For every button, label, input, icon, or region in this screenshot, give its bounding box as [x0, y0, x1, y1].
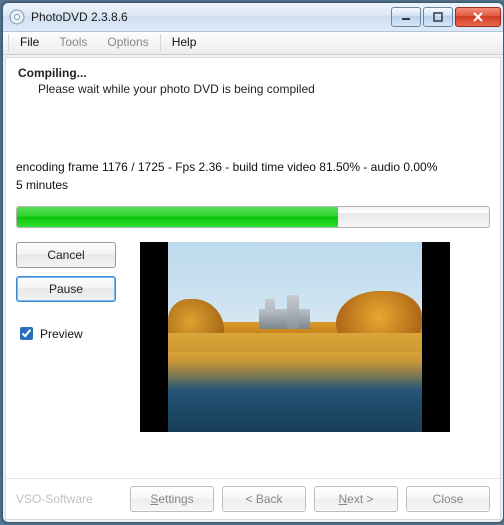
menu-options[interactable]: Options — [97, 32, 158, 54]
next-text: ext > — [347, 492, 373, 506]
menu-tools[interactable]: Tools — [49, 32, 97, 54]
menu-bar: File Tools Options Help — [3, 32, 503, 55]
menu-file[interactable]: File — [10, 32, 49, 54]
preview-image — [140, 242, 450, 432]
title-bar: PhotoDVD 2.3.8.6 — [3, 3, 503, 32]
status-line: encoding frame 1176 / 1725 - Fps 2.36 - … — [16, 160, 490, 174]
footer: VSO-Software Settings < Back Next > Clos… — [6, 478, 500, 519]
page-heading: Compiling... — [18, 66, 490, 80]
preview-checkbox[interactable] — [20, 327, 33, 340]
close-button[interactable]: Close — [406, 486, 490, 512]
maximize-button[interactable] — [423, 7, 453, 27]
preview-label: Preview — [40, 327, 83, 341]
window-title: PhotoDVD 2.3.8.6 — [31, 10, 391, 24]
progress-fill — [17, 207, 338, 227]
time-remaining: 5 minutes — [16, 178, 490, 192]
pause-button[interactable]: Pause — [16, 276, 116, 302]
content: Compiling... Please wait while your phot… — [6, 58, 500, 478]
window-controls — [391, 7, 501, 27]
brand-label: VSO-Software — [16, 492, 93, 506]
cancel-button[interactable]: Cancel — [16, 242, 116, 268]
app-icon — [9, 9, 25, 25]
menu-help[interactable]: Help — [162, 32, 207, 54]
app-window: PhotoDVD 2.3.8.6 File Tools Options Help — [2, 2, 504, 523]
settings-text: ettings — [158, 492, 193, 506]
preview-checkbox-row[interactable]: Preview — [16, 324, 116, 343]
page-subtext: Please wait while your photo DVD is bein… — [38, 82, 490, 96]
next-button[interactable]: Next > — [314, 486, 398, 512]
client-area: Compiling... Please wait while your phot… — [5, 57, 501, 520]
back-button[interactable]: < Back — [222, 486, 306, 512]
progress-bar — [16, 206, 490, 228]
settings-button[interactable]: Settings — [130, 486, 214, 512]
close-window-button[interactable] — [455, 7, 501, 27]
minimize-button[interactable] — [391, 7, 421, 27]
